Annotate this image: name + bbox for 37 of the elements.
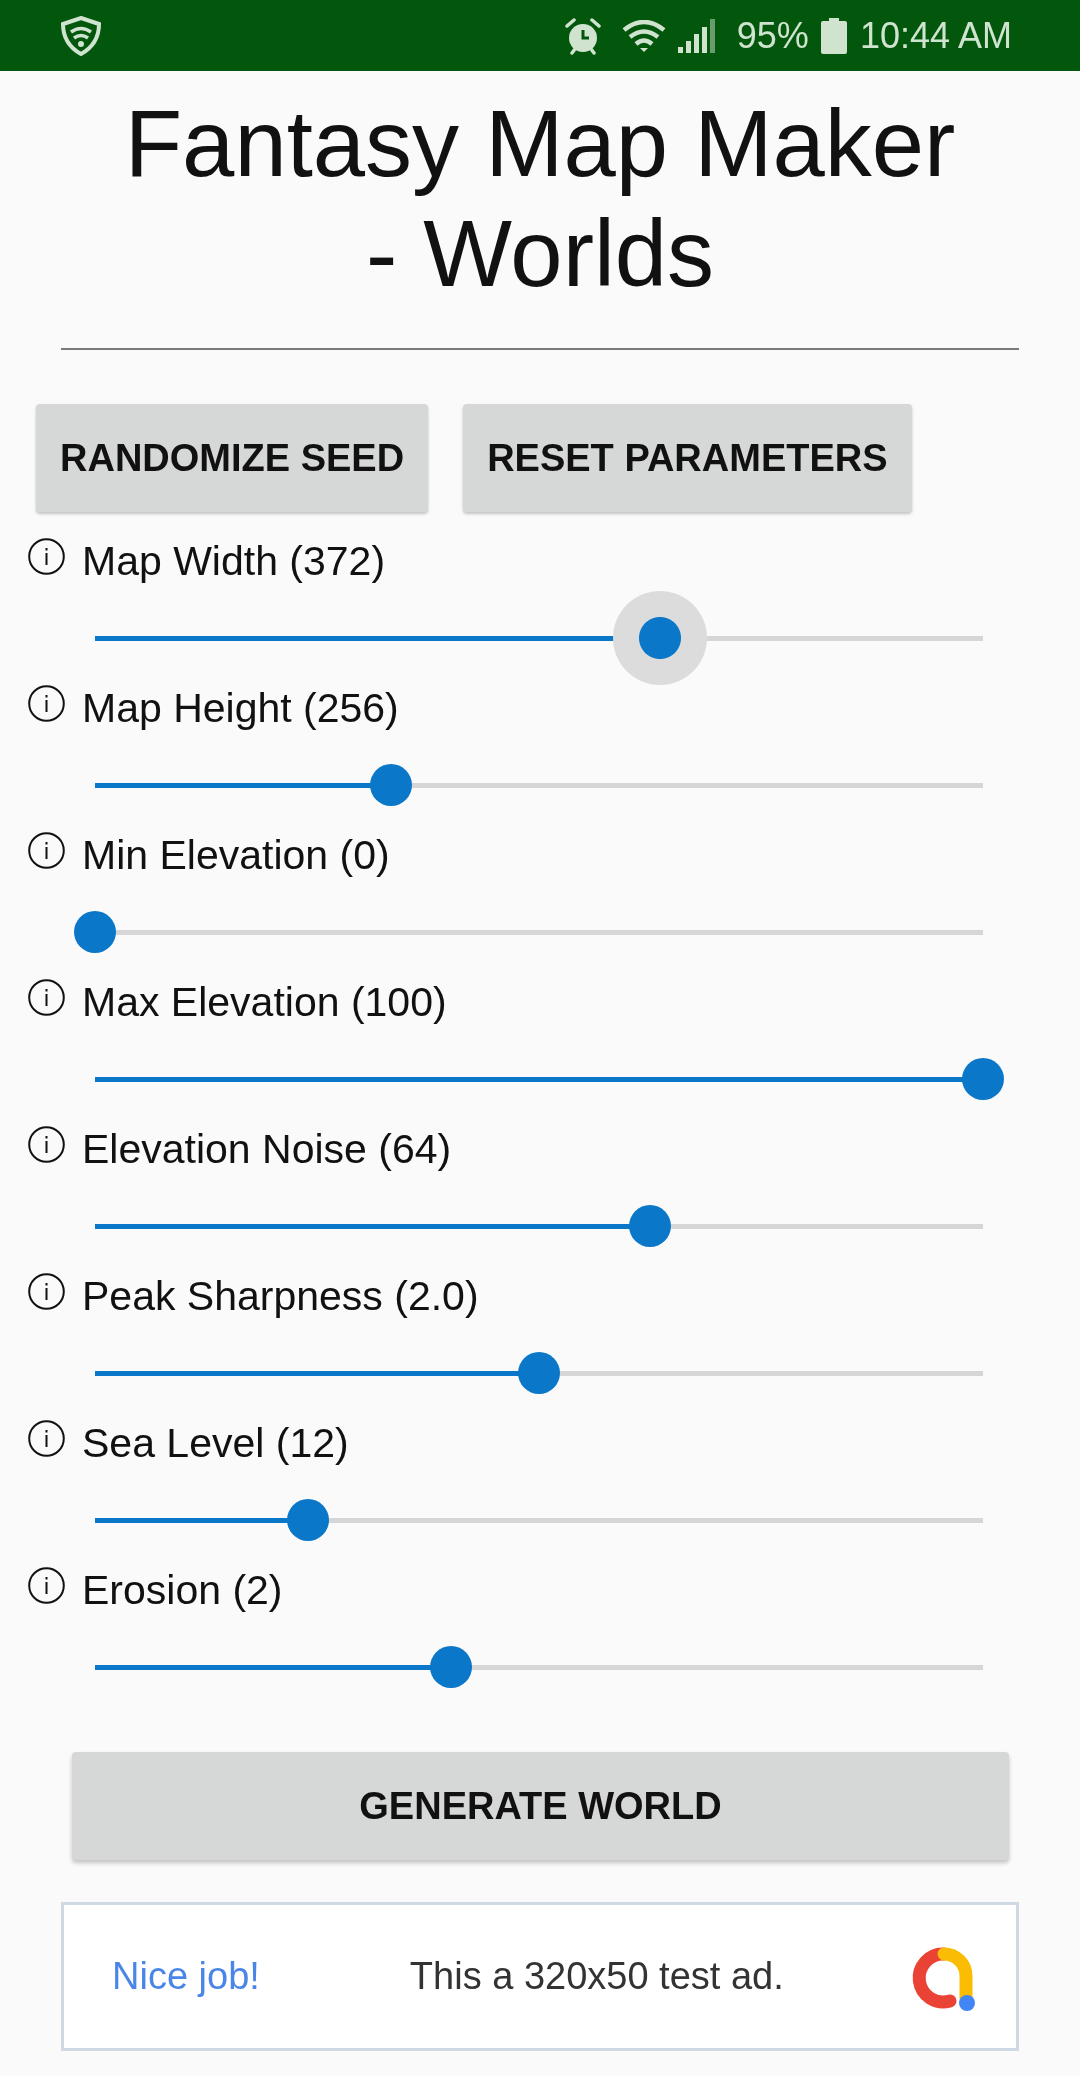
- slider-thumb[interactable]: [629, 1205, 671, 1247]
- action-button[interactable]: RANDOMIZE SEED: [36, 404, 429, 512]
- parameter-label: Peak Sharpness (2.0): [82, 1272, 479, 1321]
- slider-thumb[interactable]: [430, 1646, 473, 1688]
- wifi-icon: [621, 19, 666, 52]
- info-icon[interactable]: [28, 1125, 65, 1163]
- info-icon[interactable]: [28, 1272, 65, 1310]
- parameter-label: Elevation Noise (64): [82, 1125, 452, 1174]
- battery-icon: [820, 17, 847, 54]
- parameter-label: Map Height (256): [82, 684, 399, 733]
- app-title: Fantasy Map Maker - Worlds: [123, 90, 957, 308]
- info-icon[interactable]: [28, 537, 65, 575]
- ad-headline: Nice job!: [112, 1955, 260, 1998]
- action-button[interactable]: RESET PARAMETERS: [463, 404, 912, 512]
- slider-thumb[interactable]: [287, 1499, 330, 1541]
- parameter-label: Max Elevation (100): [82, 978, 447, 1027]
- info-icon[interactable]: [28, 1419, 65, 1457]
- battery-percent: 95%: [736, 15, 809, 56]
- slider-thumb[interactable]: [369, 764, 412, 806]
- ad-text: This a 320x50 test ad.: [409, 1955, 784, 1998]
- shield-wifi-icon: [60, 15, 102, 56]
- info-icon[interactable]: [28, 978, 65, 1016]
- clock-time: 10:44 AM: [859, 15, 1012, 56]
- parameter-label: Min Elevation (0): [82, 831, 390, 880]
- parameter-label: Map Width (372): [82, 537, 386, 586]
- slider-thumb[interactable]: [74, 911, 116, 953]
- signal-icon: [677, 18, 716, 53]
- generate-button[interactable]: GENERATE WORLD: [72, 1752, 1009, 1860]
- alarm-clock-icon: [563, 16, 602, 55]
- info-icon[interactable]: [28, 831, 65, 869]
- info-icon[interactable]: [28, 684, 65, 722]
- parameter-label: Erosion (2): [82, 1566, 283, 1615]
- info-icon[interactable]: [28, 1566, 65, 1604]
- ad-banner[interactable]: Nice job! This a 320x50 test ad.: [61, 1902, 1019, 2051]
- parameter-label: Sea Level (12): [82, 1419, 349, 1468]
- slider-thumb[interactable]: [962, 1058, 1004, 1100]
- slider-thumb[interactable]: [518, 1352, 560, 1394]
